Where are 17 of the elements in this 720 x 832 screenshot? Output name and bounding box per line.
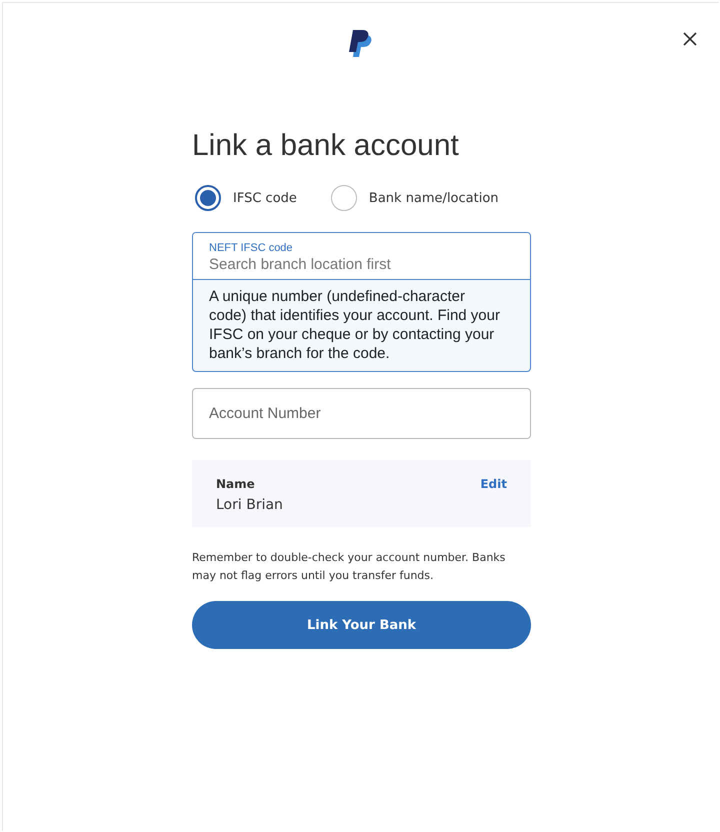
- help-text: A unique number (undefined-character code) that identifies your account. Find your IFSC on your cheque or by contacting your bank’s branch for the code.: [208, 287, 501, 364]
- radio-button[interactable]: [195, 185, 221, 211]
- note-text: Remember to double-check your account number. Banks may not flag errors until you transfer funds.: [192, 550, 506, 584]
- page-title: Link a bank account: [192, 129, 460, 163]
- name-label: Name: [216, 477, 256, 491]
- ifsc-field[interactable]: NEFT IFSC code Search branch location first: [193, 233, 530, 280]
- link-bank-button[interactable]: Link Your Bank: [192, 601, 531, 649]
- close-icon[interactable]: [683, 32, 697, 46]
- field-label: NEFT IFSC code: [209, 242, 294, 254]
- logo-icon: [348, 29, 374, 59]
- name-value: Lori Brian: [216, 497, 283, 513]
- text-input[interactable]: Search branch location first: [209, 256, 514, 273]
- radio-button[interactable]: [330, 185, 357, 211]
- account-number-field[interactable]: Account Number: [192, 388, 531, 439]
- radio-label[interactable]: IFSC code: [233, 190, 297, 206]
- edit-link[interactable]: Edit: [480, 477, 507, 491]
- radio-label[interactable]: Bank name/location: [368, 190, 499, 206]
